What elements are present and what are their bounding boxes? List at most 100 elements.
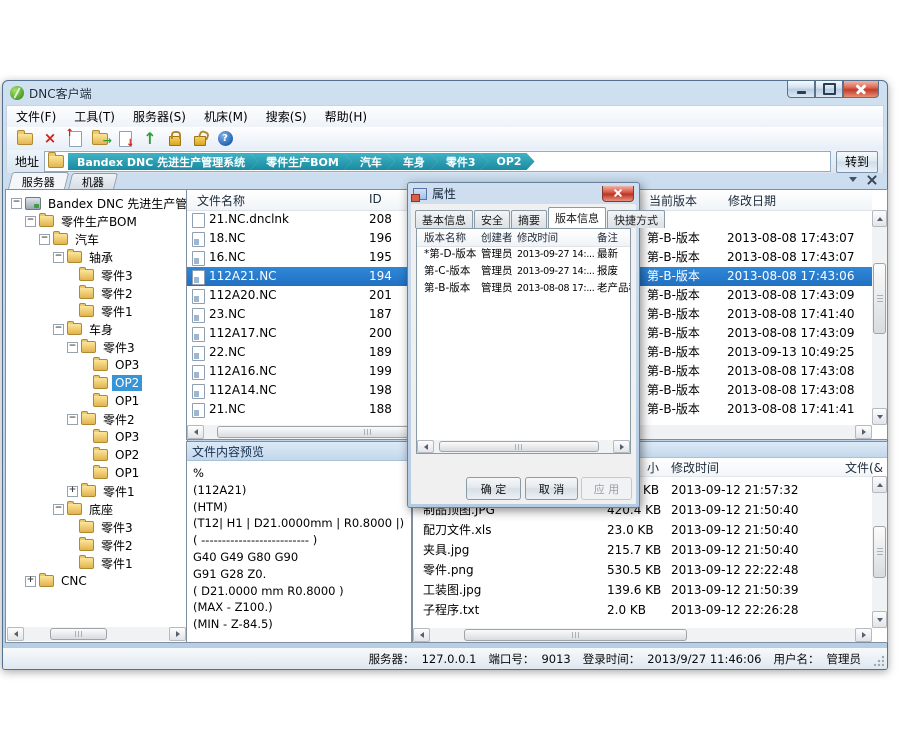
tree-node[interactable]: 零件2 [7, 536, 186, 554]
tab-servers[interactable]: 服务器 [8, 172, 69, 190]
version-row[interactable]: 第-C-版本管理员2013-09-27 14:...报废 [417, 263, 630, 280]
go-button[interactable]: 转到 [836, 151, 878, 173]
tree-node[interactable]: +CNC [7, 572, 186, 590]
column-header[interactable]: 小 [647, 459, 659, 476]
scroll-arrow-right[interactable] [855, 628, 872, 642]
attachments-hscrollbar[interactable] [413, 628, 872, 642]
column-header[interactable]: 修改日期 [728, 192, 776, 209]
tree-node[interactable]: −零件3 [7, 338, 186, 356]
scroll-arrow-up[interactable] [872, 476, 887, 493]
tab-machines[interactable]: 机器 [68, 173, 118, 190]
tree-node[interactable]: −汽车 [7, 230, 186, 248]
tree-node[interactable]: −底座 [7, 500, 186, 518]
tree-node[interactable]: 零件3 [7, 518, 186, 536]
menu-item[interactable]: 帮助(H) [316, 107, 376, 128]
version-list-hscrollbar[interactable] [417, 440, 630, 453]
tree-node[interactable]: 零件2 [7, 284, 186, 302]
tree-node[interactable]: OP3 [7, 428, 186, 446]
minimize-button[interactable] [787, 81, 815, 98]
column-header[interactable]: 修改时间 [671, 459, 719, 476]
scroll-thumb[interactable] [50, 628, 107, 640]
scroll-track[interactable] [872, 493, 887, 611]
help-icon[interactable]: ? [216, 130, 234, 148]
panel-menu-icon[interactable] [849, 177, 857, 182]
scroll-arrow-up[interactable] [872, 210, 887, 227]
close-button[interactable] [843, 81, 879, 98]
tree-node[interactable]: −轴承 [7, 248, 186, 266]
maximize-button[interactable] [815, 81, 843, 98]
column-header[interactable]: 版本名称 [424, 230, 466, 245]
scroll-arrow-right[interactable] [855, 425, 872, 439]
dialog-tab[interactable]: 快捷方式 [607, 210, 665, 228]
panel-close-icon[interactable] [867, 175, 876, 184]
scroll-arrow-left[interactable] [417, 440, 434, 453]
column-header[interactable]: 文件(& [845, 459, 883, 476]
tree-node[interactable]: OP1 [7, 392, 186, 410]
tree-node[interactable]: −零件2 [7, 410, 186, 428]
lock-icon[interactable] [166, 130, 184, 148]
breadcrumb-segment[interactable]: Bandex DNC 先进生产管理系统 [68, 153, 258, 170]
tree-expander-icon[interactable]: − [53, 324, 64, 335]
dialog-close-button[interactable] [602, 186, 634, 202]
scroll-arrow-right[interactable] [613, 440, 630, 453]
file-list-vscrollbar[interactable] [872, 210, 887, 425]
tree-node[interactable]: OP1 [7, 464, 186, 482]
tree-expander-icon[interactable]: − [67, 414, 78, 425]
scroll-track[interactable] [430, 628, 855, 642]
tree-node[interactable]: −零件生产BOM [7, 212, 186, 230]
tree-node[interactable]: −车身 [7, 320, 186, 338]
scroll-track[interactable] [434, 440, 613, 453]
tree-node[interactable]: OP3 [7, 356, 186, 374]
column-header[interactable]: 创建者 [481, 230, 513, 245]
dialog-tab[interactable]: 版本信息 [548, 207, 606, 228]
table-row[interactable]: 夹具.jpg215.7 KB2013-09-12 21:50:40 [413, 540, 872, 560]
scroll-arrow-left[interactable] [7, 627, 24, 641]
transfer-up-icon[interactable]: ↑ [141, 130, 159, 148]
column-header[interactable]: 文件名称 [197, 192, 245, 209]
upload-file-icon[interactable]: ↑ [66, 130, 84, 148]
table-row[interactable]: 子程序.txt2.0 KB2013-09-12 22:26:28 [413, 600, 872, 620]
scroll-arrow-left[interactable] [413, 628, 430, 642]
scroll-arrow-right[interactable] [169, 627, 186, 641]
menu-item[interactable]: 文件(F) [7, 107, 65, 128]
version-row[interactable]: 第-B-版本管理员2013-08-08 17:...老产品程序 [417, 280, 630, 297]
table-row[interactable]: 配刀文件.xls23.0 KB2013-09-12 21:50:40 [413, 520, 872, 540]
dialog-tab[interactable]: 摘要 [511, 210, 547, 228]
column-header[interactable]: 备注 [597, 230, 618, 245]
tree-node[interactable]: 零件3 [7, 266, 186, 284]
tree-node[interactable]: 零件1 [7, 554, 186, 572]
download-file-icon[interactable]: ↓ [116, 130, 134, 148]
import-folder-icon[interactable]: → [91, 130, 109, 148]
menu-item[interactable]: 搜索(S) [257, 107, 316, 128]
unlock-icon[interactable] [191, 130, 209, 148]
tree-expander-icon[interactable]: − [53, 504, 64, 515]
delete-icon[interactable]: × [41, 130, 59, 148]
column-header[interactable]: 当前版本 [649, 192, 697, 209]
tree-expander-icon[interactable]: − [67, 342, 78, 353]
tree-hscrollbar[interactable] [7, 627, 186, 641]
menu-item[interactable]: 服务器(S) [124, 107, 195, 128]
menu-item[interactable]: 工具(T) [65, 107, 124, 128]
breadcrumb-segment[interactable]: 零件3 [430, 153, 489, 170]
scroll-track[interactable] [872, 227, 887, 408]
scroll-arrow-left[interactable] [187, 425, 204, 439]
tree-expander-icon[interactable]: + [25, 576, 36, 587]
tree-node[interactable]: OP2 [7, 374, 186, 392]
tree-node[interactable]: −Bandex DNC 先进生产管理系统 [7, 194, 186, 212]
scroll-thumb[interactable] [439, 441, 599, 452]
table-row[interactable]: 零件.png530.5 KB2013-09-12 22:22:48 [413, 560, 872, 580]
dialog-tab[interactable]: 安全 [474, 210, 510, 228]
dialog-tab[interactable]: 基本信息 [415, 210, 473, 228]
scroll-track[interactable] [24, 627, 169, 641]
tree-expander-icon[interactable]: + [67, 486, 78, 497]
tree-expander-icon[interactable]: − [25, 216, 36, 227]
breadcrumb-segment[interactable]: 零件生产BOM [250, 153, 352, 170]
menu-item[interactable]: 机床(M) [195, 107, 257, 128]
tree-expander-icon[interactable]: − [53, 252, 64, 263]
scroll-arrow-down[interactable] [872, 611, 887, 628]
attachments-vscrollbar[interactable] [872, 476, 887, 628]
tree-expander-icon[interactable]: − [39, 234, 50, 245]
tree-node[interactable]: 零件1 [7, 302, 186, 320]
breadcrumb-segment[interactable]: OP2 [481, 153, 535, 170]
new-folder-icon[interactable] [16, 130, 34, 148]
